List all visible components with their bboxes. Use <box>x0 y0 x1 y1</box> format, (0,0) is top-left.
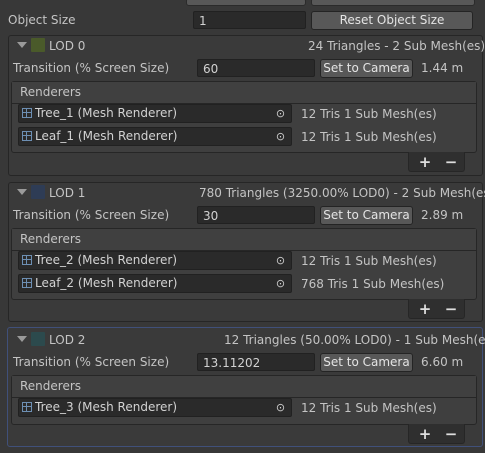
lod-1-renderer-info-1: 12 Tris 1 Sub Mesh(es) <box>301 254 437 268</box>
lod-1-set-to-camera-button[interactable]: Set to Camera <box>320 206 413 225</box>
lod-2-renderer-info-1: 12 Tris 1 Sub Mesh(es) <box>301 401 437 415</box>
lod-0-transition-label: Transition (% Screen Size) <box>13 61 170 75</box>
lod-0-remove-renderer-button[interactable]: − <box>441 152 461 172</box>
lod-0-set-to-camera-button[interactable]: Set to Camera <box>320 59 413 78</box>
object-size-label: Object Size <box>8 13 76 27</box>
mesh-renderer-icon <box>22 255 32 265</box>
lod-0-foldout-icon[interactable] <box>17 42 27 48</box>
lod-2-add-remove-bar: + − <box>408 424 465 444</box>
lod-2-summary: 12 Triangles (50.00% LOD0) - 1 Sub Mesh(… <box>224 333 485 347</box>
lod-1-renderer-field-1[interactable]: Tree_2 (Mesh Renderer) ⊙ <box>18 251 292 270</box>
lod-0-renderer-field-1[interactable]: Tree_1 (Mesh Renderer) ⊙ <box>18 104 292 123</box>
renderer-name: Leaf_1 (Mesh Renderer) <box>35 129 178 143</box>
top-button-right[interactable] <box>311 0 475 6</box>
lod-2-renderers-header: Renderers <box>12 376 476 398</box>
object-picker-icon[interactable]: ⊙ <box>272 106 289 121</box>
lod-1-distance: 2.89 m <box>421 208 464 222</box>
renderer-name: Tree_2 (Mesh Renderer) <box>35 253 177 267</box>
object-picker-icon[interactable]: ⊙ <box>272 276 289 291</box>
lod-1-remove-renderer-button[interactable]: − <box>441 299 461 319</box>
lod-2-set-to-camera-button[interactable]: Set to Camera <box>320 353 413 372</box>
lod-2-transition-field[interactable]: 13.11202 <box>197 353 315 371</box>
lod-0-add-renderer-button[interactable]: + <box>415 152 435 172</box>
lod-1-transition-field[interactable]: 30 <box>197 206 315 224</box>
lod-1-transition-label: Transition (% Screen Size) <box>13 208 170 222</box>
object-size-field[interactable]: 1 <box>193 11 306 29</box>
object-picker-icon[interactable]: ⊙ <box>272 129 289 144</box>
lod-1-title: LOD 1 <box>49 186 86 200</box>
lod-0-title: LOD 0 <box>49 39 86 53</box>
lod-0-renderer-field-2[interactable]: Leaf_1 (Mesh Renderer) ⊙ <box>18 127 292 146</box>
lod-1-summary: 780 Triangles (3250.00% LOD0) - 2 Sub Me… <box>199 186 485 200</box>
mesh-renderer-icon <box>22 108 32 118</box>
object-picker-icon[interactable]: ⊙ <box>272 253 289 268</box>
lod-0-renderer-info-2: 12 Tris 1 Sub Mesh(es) <box>301 130 437 144</box>
lod-2-distance: 6.60 m <box>421 355 464 369</box>
lod-2-title: LOD 2 <box>49 333 86 347</box>
mesh-renderer-icon <box>22 131 32 141</box>
lod-2-renderer-field-1[interactable]: Tree_3 (Mesh Renderer) ⊙ <box>18 398 292 417</box>
lod-0-renderers-header: Renderers <box>12 82 476 104</box>
lod-0-add-remove-bar: + − <box>408 152 465 172</box>
object-picker-icon[interactable]: ⊙ <box>272 400 289 415</box>
lod-2-remove-renderer-button[interactable]: − <box>441 424 461 444</box>
lod-0-renderer-info-1: 12 Tris 1 Sub Mesh(es) <box>301 107 437 121</box>
reset-object-size-button[interactable]: Reset Object Size <box>311 11 473 30</box>
lod-2-color-swatch <box>31 332 45 346</box>
lod-1-add-renderer-button[interactable]: + <box>415 299 435 319</box>
lod-1-color-swatch <box>31 185 45 199</box>
lod-0-transition-field[interactable]: 60 <box>197 59 315 77</box>
lod-1-renderer-field-2[interactable]: Leaf_2 (Mesh Renderer) ⊙ <box>18 274 292 293</box>
lod-1-foldout-icon[interactable] <box>17 189 27 195</box>
mesh-renderer-icon <box>22 402 32 412</box>
lod-1-renderer-info-2: 768 Tris 1 Sub Mesh(es) <box>301 277 445 291</box>
renderer-name: Tree_3 (Mesh Renderer) <box>35 400 177 414</box>
lod-2-add-renderer-button[interactable]: + <box>415 424 435 444</box>
renderer-name: Tree_1 (Mesh Renderer) <box>35 106 177 120</box>
lod-1-add-remove-bar: + − <box>408 299 465 319</box>
top-button-left[interactable] <box>186 0 306 6</box>
lod-2-transition-label: Transition (% Screen Size) <box>13 355 170 369</box>
mesh-renderer-icon <box>22 278 32 288</box>
lod-1-renderers-header: Renderers <box>12 229 476 251</box>
lod-0-color-swatch <box>31 38 45 52</box>
lod-0-summary: 24 Triangles - 2 Sub Mesh(es) <box>308 39 485 53</box>
lod-2-foldout-icon[interactable] <box>17 336 27 342</box>
renderer-name: Leaf_2 (Mesh Renderer) <box>35 276 178 290</box>
lod-0-distance: 1.44 m <box>421 61 464 75</box>
